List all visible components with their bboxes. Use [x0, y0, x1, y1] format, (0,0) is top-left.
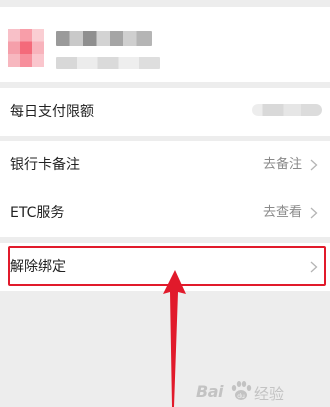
- daily-limit-value-redacted: [252, 104, 322, 116]
- card-number-redacted: [56, 57, 160, 69]
- watermark-cn-text: 经验: [254, 385, 285, 403]
- bank-card-header[interactable]: [0, 7, 330, 82]
- svg-text:du: du: [237, 393, 245, 400]
- bank-card-note-action: 去备注: [262, 157, 302, 172]
- etc-service-label: ETC服务: [10, 205, 65, 221]
- etc-service-row[interactable]: ETC服务 去查看: [0, 189, 330, 237]
- chevron-right-icon: [310, 207, 318, 219]
- bank-card-note-label: 银行卡备注: [10, 157, 80, 173]
- bank-logo-icon: [8, 29, 44, 67]
- etc-service-action: 去查看: [262, 205, 302, 220]
- card-name-redacted: [56, 31, 152, 46]
- baidu-jingyan-watermark: Bai du 经验: [196, 378, 326, 406]
- chevron-right-icon: [310, 159, 318, 171]
- red-arrow-icon: [163, 270, 186, 407]
- bank-card-detail-page: 每日支付限额 银行卡备注 去备注 ETC服务 去查看 解除绑定 Bai du 经…: [0, 0, 330, 407]
- bank-card-note-row[interactable]: 银行卡备注 去备注: [0, 141, 330, 189]
- paw-icon: du: [231, 381, 252, 400]
- daily-limit-row[interactable]: 每日支付限额: [0, 88, 330, 136]
- daily-limit-label: 每日支付限额: [10, 104, 94, 120]
- watermark-brand-text: Bai: [196, 382, 223, 401]
